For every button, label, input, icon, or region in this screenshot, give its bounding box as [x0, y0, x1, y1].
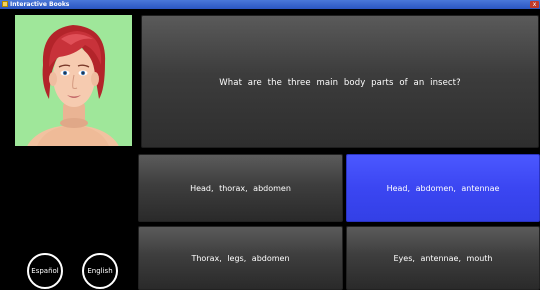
avatar-panel [15, 15, 132, 146]
answer-option-2[interactable]: Head, abdomen, antennae [346, 154, 540, 222]
window-titlebar: Interactive Books x [0, 0, 540, 9]
answer-option-3[interactable]: Thorax, legs, abdomen [138, 226, 343, 290]
spanish-language-button[interactable]: Español [27, 253, 63, 289]
english-language-button[interactable]: English [82, 253, 118, 289]
question-tile: What are the three main body parts of an… [141, 15, 539, 148]
close-button[interactable]: x [530, 1, 539, 8]
avatar-face-icon [27, 25, 119, 146]
app-icon [2, 1, 8, 7]
answer-option-1[interactable]: Head, thorax, abdomen [138, 154, 343, 222]
answer-option-4[interactable]: Eyes, antennae, mouth [346, 226, 540, 290]
question-text: What are the three main body parts of an… [219, 77, 461, 88]
window-title: Interactive Books [10, 1, 70, 8]
